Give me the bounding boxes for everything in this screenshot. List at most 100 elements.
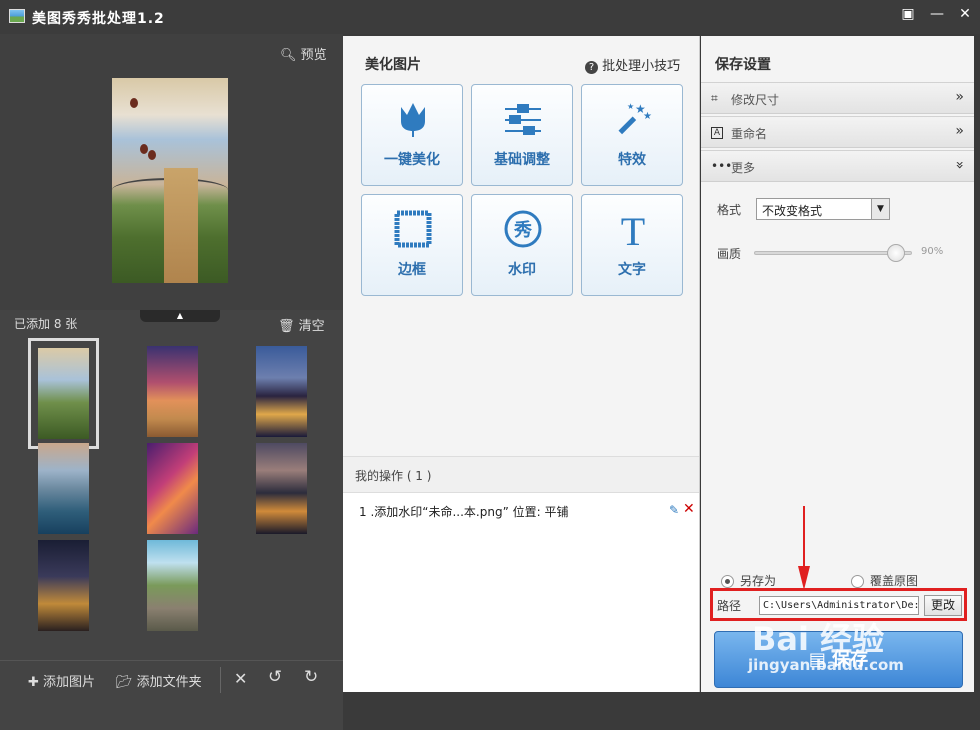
seal-icon: 秀 <box>503 209 543 249</box>
preview-icon: 🔍︎ <box>280 48 297 63</box>
format-select[interactable]: 不改变格式 ▼ <box>756 198 890 220</box>
rename-section[interactable]: A 重命名 » <box>701 116 974 148</box>
more-label: 更多 <box>731 161 756 175</box>
magic-wand-icon: ★ ★ ★ <box>613 99 653 139</box>
window-title: 美图秀秀批处理1.2 <box>32 11 165 27</box>
minimize-button[interactable]: — <box>926 4 948 24</box>
change-path-button[interactable]: 更改 <box>924 595 962 616</box>
delete-operation-icon[interactable]: ✕ <box>683 501 695 517</box>
red-arrow-annotation <box>798 506 810 590</box>
title-bar: 美图秀秀批处理1.2 ▣ — ✕ <box>0 0 980 34</box>
delete-icon[interactable]: ✕ <box>234 669 247 688</box>
add-folder-button[interactable]: 📂︎ 添加文件夹 <box>116 671 202 690</box>
tulip-icon <box>393 99 433 139</box>
tool-label: 特效 <box>618 152 646 168</box>
effects-button[interactable]: ★ ★ ★ 特效 <box>581 84 683 186</box>
clear-label: 清空 <box>298 319 325 334</box>
tool-label: 文字 <box>618 262 646 278</box>
path-input[interactable]: C:\Users\Administrator\De: <box>759 596 919 615</box>
more-section[interactable]: ••• 更多 » <box>701 150 974 182</box>
tool-label: 一键美化 <box>384 152 440 168</box>
rotate-left-icon[interactable]: ↺ <box>268 667 282 687</box>
add-image-label: 添加图片 <box>43 675 96 690</box>
close-button[interactable]: ✕ <box>954 4 976 24</box>
thumbnail-city-night[interactable] <box>256 346 307 437</box>
tool-label: 边框 <box>398 262 426 278</box>
path-highlight-box: 路径 C:\Users\Administrator\De: 更改 <box>710 588 967 621</box>
svg-text:★: ★ <box>643 111 652 122</box>
thumbnail-village[interactable] <box>147 540 198 631</box>
watermark-url: jingyan.baidu.com <box>748 656 904 674</box>
path-label: 路径 <box>717 599 742 613</box>
baidu-watermark: Bai 经验 jingyan.baidu.com <box>748 620 904 674</box>
radio-dot <box>851 575 864 588</box>
image-list-panel: 🔍︎ 预览 ▲ 已添加 8 张 🗑︎ 清空 ✚ 添加图片 📂︎ 添加文件夹 ✕ … <box>0 34 343 730</box>
operations-title: 我的操作 ( 1 ) <box>343 457 699 493</box>
rotate-right-icon[interactable]: ↻ <box>304 667 318 687</box>
tips-link[interactable]: ? 批处理小技巧 <box>585 55 680 74</box>
feedback-icon[interactable]: ▣ <box>897 4 919 24</box>
sliders-icon <box>503 99 543 139</box>
app-logo-icon <box>9 9 25 23</box>
frame-icon <box>393 209 433 249</box>
svg-text:秀: 秀 <box>513 220 532 241</box>
chevron-right-icon: » <box>955 123 964 139</box>
clear-button[interactable]: 🗑︎ 清空 <box>278 315 325 334</box>
operation-item: 1 .添加水印“未命...本.png” 位置: 平铺 <box>359 505 569 519</box>
beautify-panel: 美化图片 ? 批处理小技巧 一键美化 基础调整 ★ ★ ★ 特效 边框 秀 水印 T <box>343 36 700 692</box>
save-settings-title: 保存设置 <box>715 57 771 73</box>
dropdown-arrow-icon: ▼ <box>871 199 889 219</box>
one-click-beautify-button[interactable]: 一键美化 <box>361 84 463 186</box>
section-title: 美化图片 <box>365 57 421 73</box>
pencil-icon[interactable]: ✎ <box>669 503 679 517</box>
watermark-text: Bai 经验 <box>752 620 885 658</box>
preview-button[interactable]: 🔍︎ 预览 <box>280 44 327 63</box>
text-button[interactable]: T 文字 <box>581 194 683 296</box>
trash-icon: 🗑︎ <box>278 319 295 334</box>
quality-value: 90% <box>921 246 944 257</box>
main-preview-image <box>112 78 228 283</box>
preview-label: 预览 <box>300 48 327 63</box>
rename-icon: A <box>711 127 723 139</box>
collapse-preview-button[interactable]: ▲ <box>140 310 220 322</box>
crop-icon: ⌗ <box>711 91 718 105</box>
thumbnail-bridge[interactable] <box>28 338 99 449</box>
overwrite-label: 覆盖原图 <box>870 574 919 588</box>
tool-label: 水印 <box>508 262 536 278</box>
frame-button[interactable]: 边框 <box>361 194 463 296</box>
svg-text:★: ★ <box>627 102 634 111</box>
resize-section[interactable]: ⌗ 修改尺寸 » <box>701 82 974 114</box>
added-count: 已添加 8 张 <box>14 317 78 331</box>
thumbnail-skyline[interactable] <box>256 443 307 534</box>
watermark-button[interactable]: 秀 水印 <box>471 194 573 296</box>
resize-label: 修改尺寸 <box>731 93 780 107</box>
more-icon: ••• <box>711 159 733 173</box>
basic-adjust-button[interactable]: 基础调整 <box>471 84 573 186</box>
quality-label: 画质 <box>717 247 742 261</box>
save-settings-panel: 保存设置 ⌗ 修改尺寸 » A 重命名 » ••• 更多 » 格式 不改变格式 … <box>701 36 974 692</box>
help-icon: ? <box>585 61 598 74</box>
divider <box>220 667 221 693</box>
format-label: 格式 <box>717 203 742 217</box>
thumbnail-tower-night[interactable] <box>38 540 89 631</box>
thumbnail-sphinx[interactable] <box>147 346 198 437</box>
quality-slider-handle[interactable] <box>887 244 906 262</box>
plus-icon: ✚ <box>28 675 39 690</box>
thumbnail-harbor[interactable] <box>38 443 89 534</box>
svg-text:T: T <box>621 209 645 249</box>
add-folder-label: 添加文件夹 <box>136 675 202 690</box>
save-as-label: 另存为 <box>740 574 777 588</box>
tool-label: 基础调整 <box>494 152 550 168</box>
overwrite-radio[interactable]: 覆盖原图 <box>851 572 918 589</box>
radio-dot <box>721 575 734 588</box>
folder-icon: 📂︎ <box>116 675 133 690</box>
chevron-down-icon: » <box>951 160 968 170</box>
tips-label: 批处理小技巧 <box>602 59 681 74</box>
add-image-button[interactable]: ✚ 添加图片 <box>28 671 95 690</box>
thumbnail-canyon[interactable] <box>147 443 198 534</box>
left-toolbar: ✚ 添加图片 📂︎ 添加文件夹 ✕ ↺ ↻ <box>0 660 343 730</box>
format-value: 不改变格式 <box>762 204 823 218</box>
text-icon: T <box>613 209 653 254</box>
save-as-radio[interactable]: 另存为 <box>721 572 776 589</box>
chevron-right-icon: » <box>955 89 964 105</box>
